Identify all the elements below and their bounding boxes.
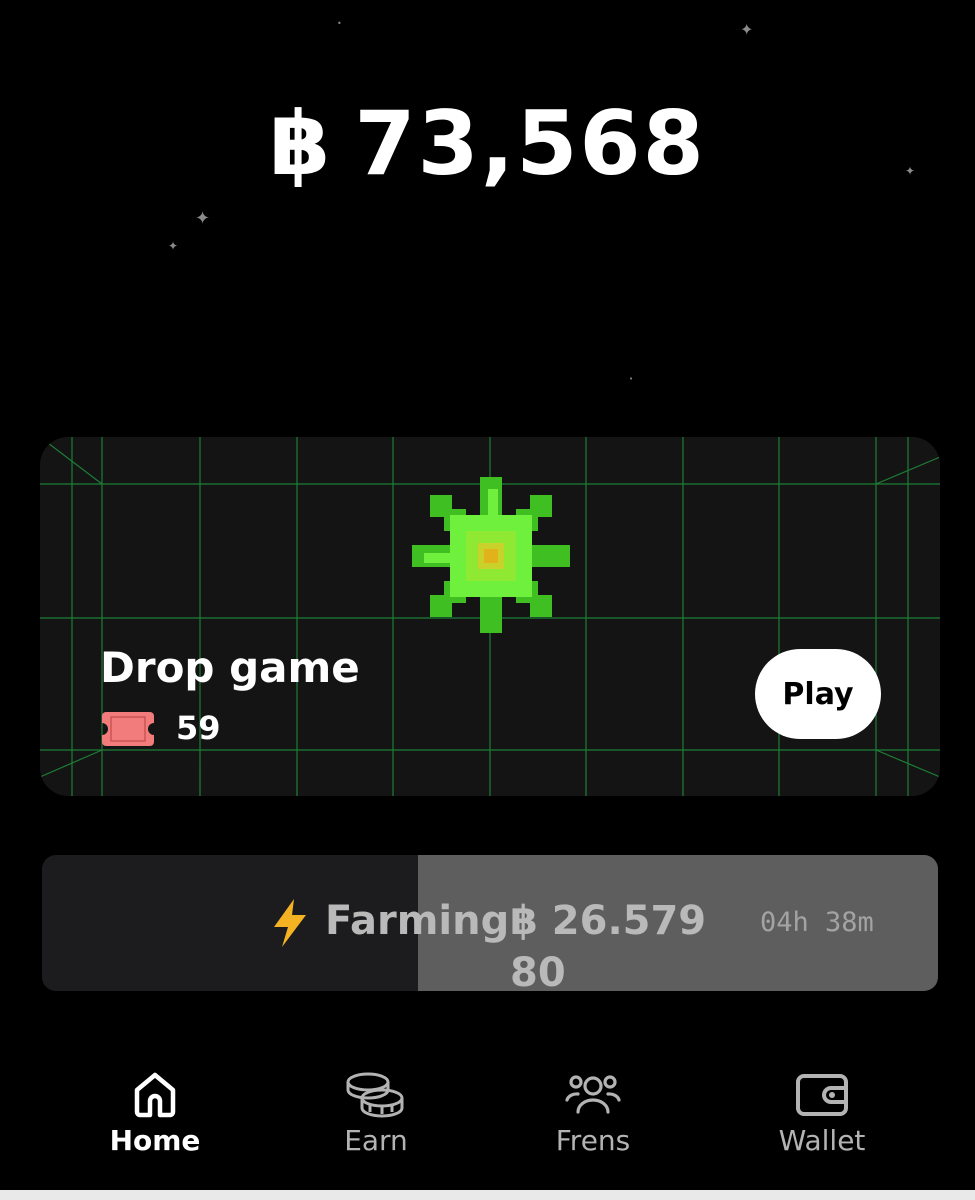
ticket-icon [102, 712, 154, 746]
bottom-navigation: Home Earn Frens Wallet [0, 1060, 975, 1200]
drop-game-card[interactable]: Drop game 59 Play [40, 437, 940, 796]
nav-label-frens: Frens [555, 1124, 631, 1157]
background-star: ✦ [740, 20, 754, 39]
background-star: ✦ [195, 208, 211, 229]
nav-item-earn[interactable]: Earn [296, 1060, 456, 1157]
balance-display: ฿ 73,568 [0, 92, 975, 195]
farming-label: Farming [325, 898, 510, 944]
farming-progress-bar[interactable]: Farming ฿ 26.579 80 04h 38m [42, 855, 938, 991]
background-star: • [337, 19, 342, 28]
background-star: ✦ [168, 239, 179, 253]
farming-timer: 04h 38m [760, 907, 874, 938]
nav-label-earn: Earn [344, 1124, 408, 1157]
ticket-count: 59 [176, 709, 221, 747]
play-button[interactable]: Play [755, 649, 881, 739]
nav-item-wallet[interactable]: Wallet [742, 1060, 902, 1157]
home-icon [134, 1072, 176, 1118]
drop-game-title: Drop game [100, 643, 360, 692]
system-bottom-bar [0, 1190, 975, 1200]
friends-icon [565, 1075, 621, 1114]
farming-amount-value: 26.579 80 [510, 898, 707, 991]
nav-label-wallet: Wallet [778, 1124, 866, 1157]
nav-item-frens[interactable]: Frens [513, 1060, 673, 1157]
wallet-icon [796, 1074, 848, 1116]
balance-value: 73,568 [354, 92, 706, 195]
farming-currency-symbol: ฿ [510, 898, 538, 944]
background-star: • [629, 375, 634, 383]
lightning-bolt-icon [274, 899, 306, 947]
green-pixel-star-icon [412, 477, 570, 633]
nav-label-home: Home [109, 1124, 201, 1157]
currency-symbol: ฿ [269, 92, 333, 195]
coins-icon [346, 1072, 404, 1118]
farming-amount: ฿ 26.579 80 [510, 895, 720, 991]
nav-item-home[interactable]: Home [75, 1060, 235, 1157]
